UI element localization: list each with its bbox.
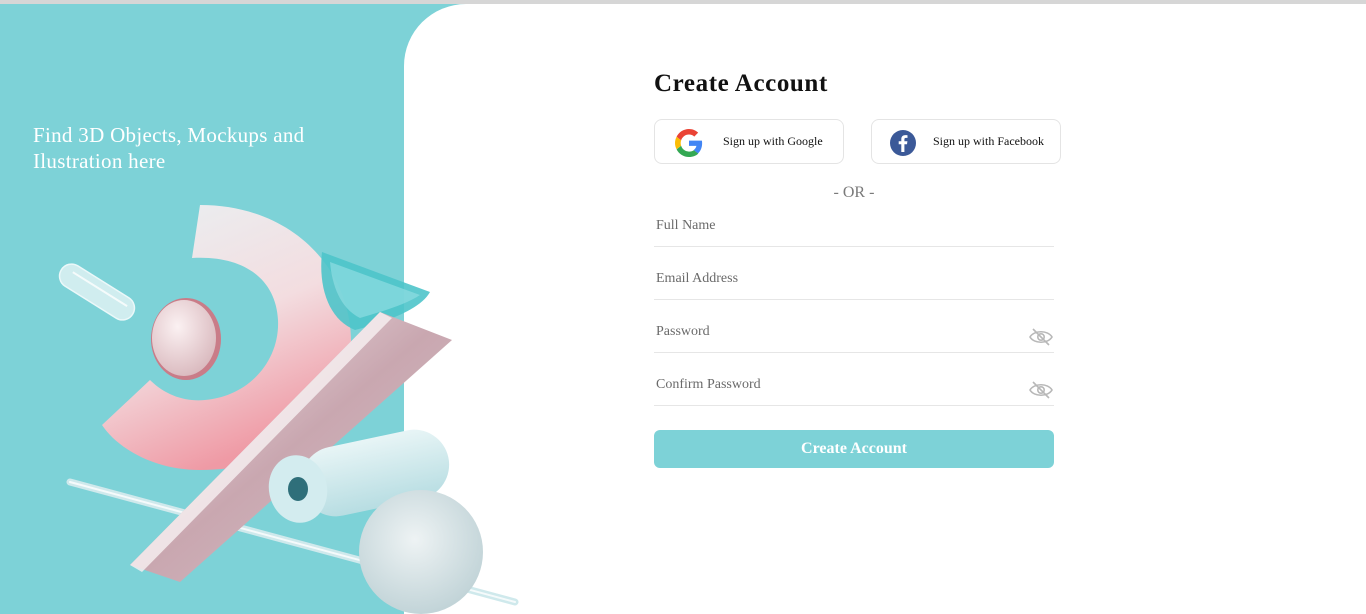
password-field	[654, 318, 1054, 353]
confirm-password-input[interactable]	[654, 377, 1018, 393]
hero-tagline: Find 3D Objects, Mockups and Ilustration…	[33, 123, 305, 173]
eye-slash-icon[interactable]	[1028, 380, 1054, 400]
facebook-signup-button[interactable]: Sign up with Facebook	[871, 119, 1061, 164]
google-signup-label: Sign up with Google	[723, 134, 823, 148]
eye-slash-icon[interactable]	[1028, 327, 1054, 347]
facebook-logo-icon	[890, 130, 916, 156]
google-logo-icon	[675, 129, 703, 157]
create-account-button[interactable]: Create Account	[654, 430, 1054, 468]
page-title: Create Account	[654, 70, 828, 97]
full-name-field	[654, 212, 1054, 247]
confirm-password-field	[654, 371, 1054, 406]
form-panel	[404, 4, 1366, 614]
email-input[interactable]	[654, 271, 1018, 287]
google-signup-button[interactable]: Sign up with Google	[654, 119, 844, 164]
full-name-input[interactable]	[654, 218, 1018, 234]
facebook-signup-label: Sign up with Facebook	[933, 134, 1044, 148]
or-separator: - OR -	[833, 184, 875, 201]
password-input[interactable]	[654, 324, 1018, 340]
email-field	[654, 265, 1054, 300]
